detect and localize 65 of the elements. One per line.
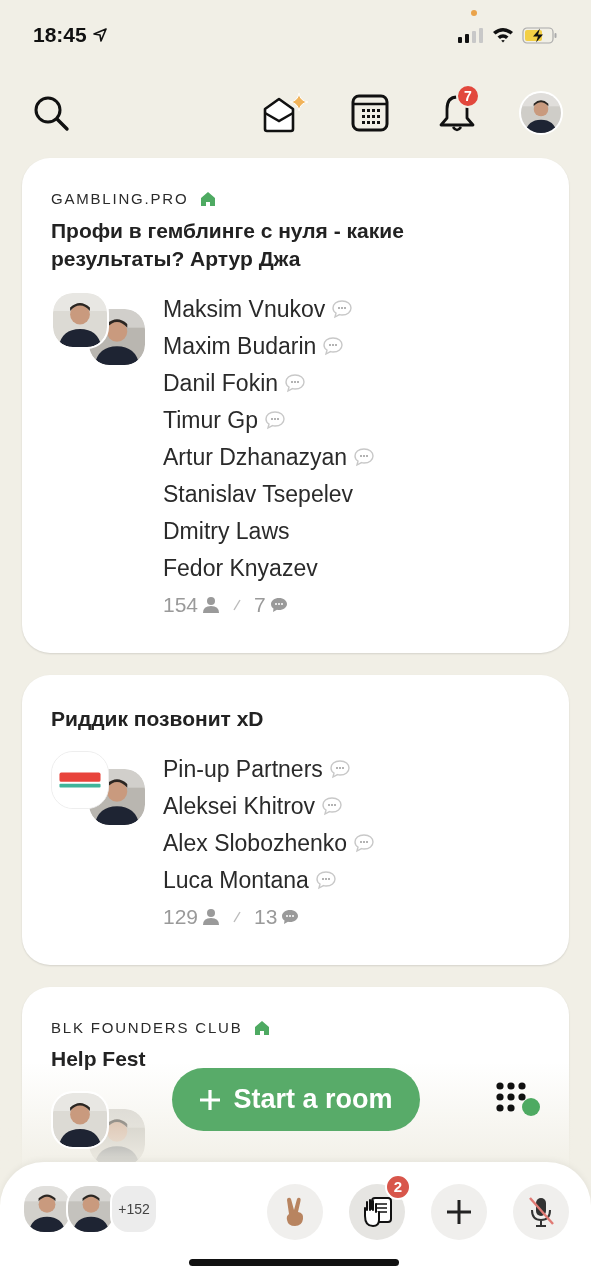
- muted-microphone-icon: [526, 1196, 556, 1228]
- notification-badge: 7: [456, 84, 480, 108]
- person-icon: [202, 595, 221, 614]
- dots-grid-icon: [496, 1082, 542, 1118]
- speaker-name: Luca Montana: [163, 865, 309, 895]
- search-icon: [32, 94, 70, 132]
- raised-hands-button[interactable]: [349, 1184, 405, 1240]
- listener-count: 129: [163, 903, 199, 930]
- speaker-name: Fedor Knyazev: [163, 553, 318, 583]
- room-title: Риддик позвонит xD: [51, 705, 265, 732]
- listener-count: 154: [163, 591, 199, 618]
- profile-avatar[interactable]: [519, 91, 563, 135]
- peace-button[interactable]: [267, 1184, 323, 1240]
- person-icon: [202, 907, 221, 926]
- speaker-name: Danil Fokin: [163, 368, 279, 398]
- plus-icon: [199, 1088, 222, 1111]
- invite-button[interactable]: [261, 91, 311, 135]
- speaker-name: Maxim Budarin: [163, 331, 317, 361]
- chat-bubble-icon: [284, 373, 307, 393]
- add-button[interactable]: [431, 1184, 487, 1240]
- speaker-count: 13: [254, 903, 278, 930]
- chat-bubble-icon: [264, 410, 286, 430]
- signal-icon: [458, 27, 484, 43]
- slash-icon: [232, 910, 243, 923]
- chat-bubble-icon: [353, 833, 376, 853]
- mute-button[interactable]: [513, 1184, 569, 1240]
- speaker-name: Alex Slobozhenko: [163, 828, 348, 858]
- hand-raise-badge: 2: [385, 1174, 411, 1200]
- house-icon: [254, 1019, 271, 1036]
- house-icon: [200, 191, 217, 208]
- speaker-name: Artur Dzhanazyan: [163, 442, 348, 472]
- chat-bubble-icon: [331, 299, 354, 319]
- notifications-button[interactable]: 7: [437, 84, 481, 134]
- speaker-name: Timur Gp: [163, 405, 258, 435]
- calendar-icon: [351, 94, 389, 132]
- search-button[interactable]: [32, 94, 70, 132]
- chat-bubble-icon: [269, 596, 288, 613]
- slash-icon: [232, 598, 243, 611]
- speaker-name: Maksim Vnukov: [163, 294, 326, 324]
- more-listeners-count: +152: [110, 1184, 158, 1234]
- club-name: BLK FOUNDERS CLUB: [51, 1017, 243, 1038]
- dial-pad-button[interactable]: [496, 1082, 542, 1118]
- speaker-count: 7: [254, 591, 266, 618]
- location-arrow-icon: [92, 28, 107, 42]
- room-title: Help Fest: [51, 1046, 147, 1072]
- chat-bubble-icon: [353, 447, 376, 467]
- room-card[interactable]: Риддик позвонит xD Pin-up Partners Aleksei Khitrov Alex Slobozhenko Luca Montana 129 13: [22, 674, 569, 965]
- chat-bubble-icon: [281, 908, 300, 925]
- club-name: GAMBLING.PRO: [51, 189, 189, 209]
- speaker-name: Aleksei Khitrov: [163, 791, 316, 821]
- room-card[interactable]: GAMBLING.PRO Профи в гемблинге с нуля - какие результаты? Артур Джа Maksim Vnukov Maxim Budarin Danil Fokin Timur Gp Artur Dzhanazyan Stanislav Tsepelev Dmitry Laws Fedor Knyazev 154 7: [22, 158, 569, 653]
- chat-bubble-icon: [314, 870, 337, 890]
- battery-charging-icon: [522, 26, 558, 44]
- chat-bubble-icon: [321, 796, 344, 816]
- envelope-sparkle-icon: [261, 91, 311, 135]
- chat-bubble-icon: [328, 759, 351, 779]
- speaker-name: Pin-up Partners: [163, 754, 323, 784]
- plus-icon: [446, 1199, 472, 1225]
- room-title: Профи в гемблинге с нуля - какие результаты? Артур Джа: [51, 217, 405, 272]
- calendar-button[interactable]: [351, 94, 389, 132]
- speaker-name: Stanislav Tsepelev: [163, 479, 354, 509]
- wifi-icon: [492, 27, 514, 43]
- speaker-name: Dmitry Laws: [163, 516, 290, 546]
- chat-bubble-icon: [322, 336, 345, 356]
- status-time: 18:45: [33, 22, 87, 49]
